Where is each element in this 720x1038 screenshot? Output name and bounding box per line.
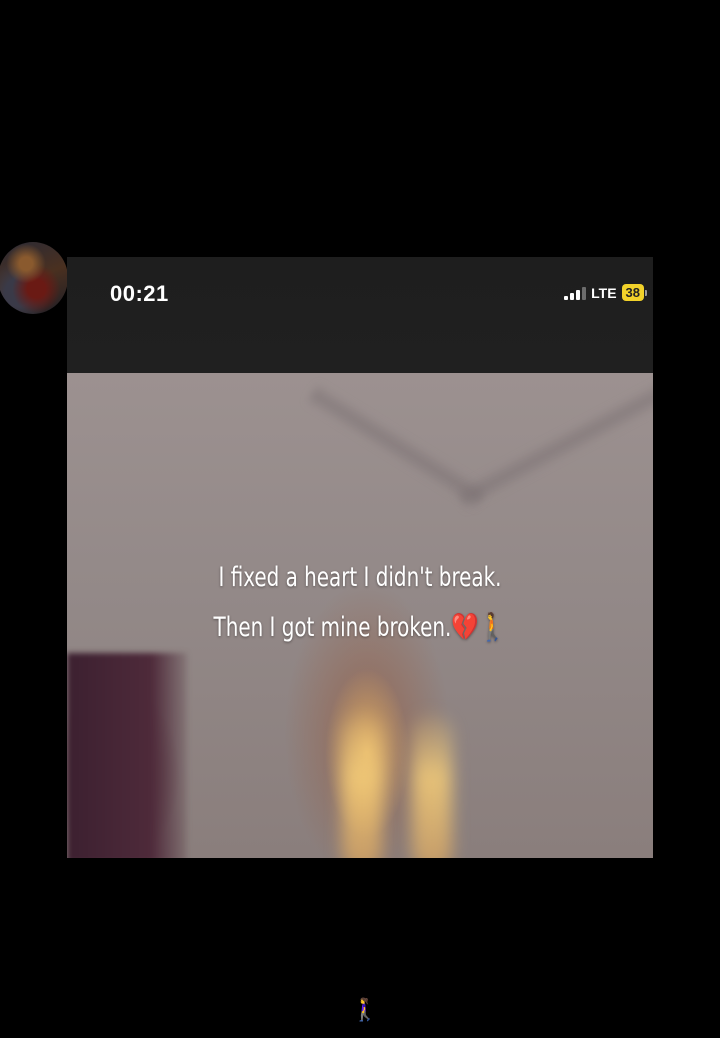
status-indicators: LTE 38 bbox=[564, 284, 647, 301]
caption-line-1: I fixed a heart I didn't break. bbox=[218, 562, 502, 593]
caption-line-2: Then I got mine broken.💔🚶 bbox=[213, 612, 507, 643]
story-photo: I fixed a heart I didn't break. Then I g… bbox=[67, 373, 653, 858]
status-time: 00:21 bbox=[110, 281, 169, 306]
story-caption: I fixed a heart I didn't break. Then I g… bbox=[67, 553, 653, 653]
profile-avatar[interactable] bbox=[0, 242, 68, 314]
battery-level: 38 bbox=[621, 284, 644, 301]
doorway bbox=[67, 653, 187, 858]
walking-woman-emoji: 🚶‍♀️ bbox=[351, 998, 379, 1023]
shared-screenshot-image[interactable]: 00:21 LTE 38 I fixed a heart I didn't br… bbox=[67, 257, 653, 858]
network-type: LTE bbox=[591, 284, 617, 301]
signal-strength-icon bbox=[564, 286, 587, 300]
phone-status-bar: 00:21 LTE 38 bbox=[67, 257, 653, 373]
battery-icon: 38 bbox=[621, 284, 647, 301]
